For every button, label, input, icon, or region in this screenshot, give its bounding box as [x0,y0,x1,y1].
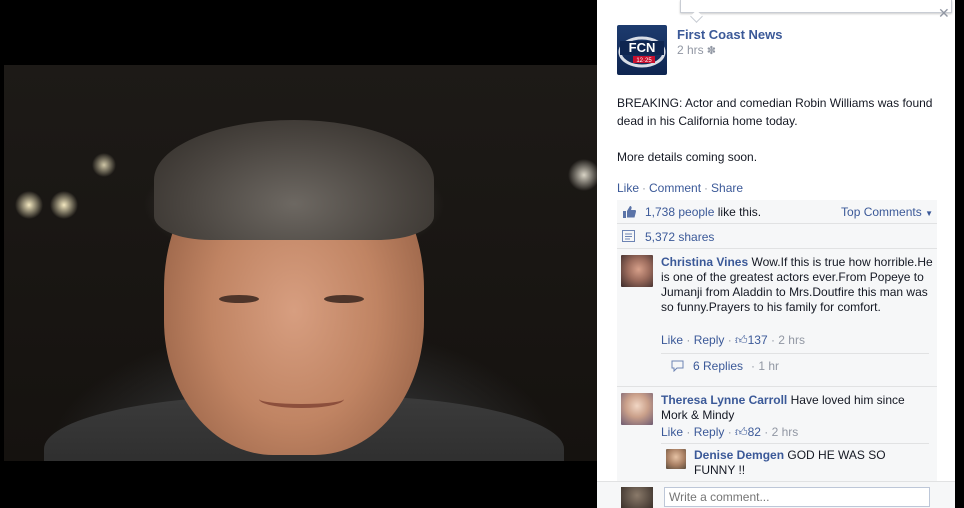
thumbs-up-icon: 👍︎ [735,425,748,439]
comment-button[interactable]: Comment [649,181,701,195]
ufi-panel: 1,738 people like this. Top Comments ▼ 5… [617,200,937,487]
likes-summary-row: 1,738 people like this. Top Comments ▼ [617,200,937,224]
post-timestamp[interactable]: 2 hrs ✽ [677,43,716,57]
comment-like-count[interactable]: 👍︎82 [735,425,761,439]
chevron-down-icon: ▼ [925,209,933,218]
comment-item: Theresa Lynne Carroll Have loved him sin… [617,387,937,487]
comment-meta: Like · Reply · 👍︎82 · 2 hrs [661,425,799,439]
separator: · [704,181,709,195]
avatar[interactable] [621,255,653,287]
reply-preview: Denise Demgen GOD HE WAS SO FUNNY !! [661,443,929,480]
thumbs-up-icon [622,205,636,221]
likes-suffix: like this. [714,205,762,219]
thumbs-up-icon: 👍︎ [735,333,748,347]
post-actions: Like · Comment · Share [617,181,743,195]
share-icon [622,230,635,245]
write-comment-input[interactable] [664,487,930,507]
commenter-name[interactable]: Christina Vines [661,255,748,269]
comment-like-number: 82 [747,425,761,439]
comment-like-number: 137 [747,333,768,347]
comment-like-count[interactable]: 👍︎137 [735,333,768,347]
post-photo[interactable] [4,65,597,461]
post-text-paragraph: More details coming soon. [617,150,758,164]
replies-box: 6 Replies · 1 hr [661,353,929,383]
shares-row: 5,372 shares [617,224,937,249]
commenter-name[interactable]: Theresa Lynne Carroll [661,393,787,407]
share-button[interactable]: Share [711,181,743,195]
view-replies-link[interactable]: 6 Replies [693,359,743,373]
avatar [621,487,653,508]
close-icon[interactable]: ✕ [938,6,950,20]
top-comments-label: Top Comments [841,205,922,219]
logo-text: FCN [629,40,656,55]
photo-stage [0,0,597,507]
commenter-name[interactable]: Denise Demgen [694,448,784,462]
page-name-link[interactable]: First Coast News [677,27,782,42]
replies-time-text: 1 hr [758,359,780,373]
photo-figure-hair [154,120,434,240]
viewer-edge [955,0,964,507]
comment-item: Christina Vines Wow.If this is true how … [617,249,937,387]
likes-count-link[interactable]: 1,738 people [645,205,714,219]
avatar[interactable] [621,393,653,425]
replies-time: · 1 hr [751,359,780,373]
page-avatar-logo[interactable]: FCN 12·25 [617,25,667,75]
post-body: BREAKING: Actor and comedian Robin Willi… [617,94,937,166]
comment-body: Christina Vines Wow.If this is true how … [661,255,933,315]
comment-time: 2 hrs [778,333,805,347]
avatar[interactable] [666,449,686,469]
like-button[interactable]: Like [617,181,639,195]
tooltip-popup [680,0,952,13]
logo-subtext: 12·25 [636,58,652,64]
gear-icon[interactable]: ✽ [707,45,716,57]
comment-time: 2 hrs [771,425,799,439]
photo-figure-eye [324,295,364,303]
photo-figure-eye [219,295,259,303]
comment-meta: Like · Reply · 👍︎137 · 2 hrs [661,333,805,347]
speech-bubble-icon [671,360,684,375]
separator: · [642,181,647,195]
photo-figure-mouth [259,390,344,408]
post-text-paragraph: BREAKING: Actor and comedian Robin Willi… [617,96,933,128]
post-time-text: 2 hrs [677,43,704,57]
comment-reply-button[interactable]: Reply [694,425,725,439]
shares-count-link[interactable]: 5,372 shares [645,230,714,244]
comment-reply-button[interactable]: Reply [694,333,725,347]
comment-like-button[interactable]: Like [661,425,683,439]
comment-body: Theresa Lynne Carroll Have loved him sin… [661,393,933,423]
reply-body: Denise Demgen GOD HE WAS SO FUNNY !! [694,448,924,478]
comment-like-button[interactable]: Like [661,333,683,347]
top-comments-dropdown[interactable]: Top Comments ▼ [841,205,933,219]
likes-summary: 1,738 people like this. [645,205,761,219]
